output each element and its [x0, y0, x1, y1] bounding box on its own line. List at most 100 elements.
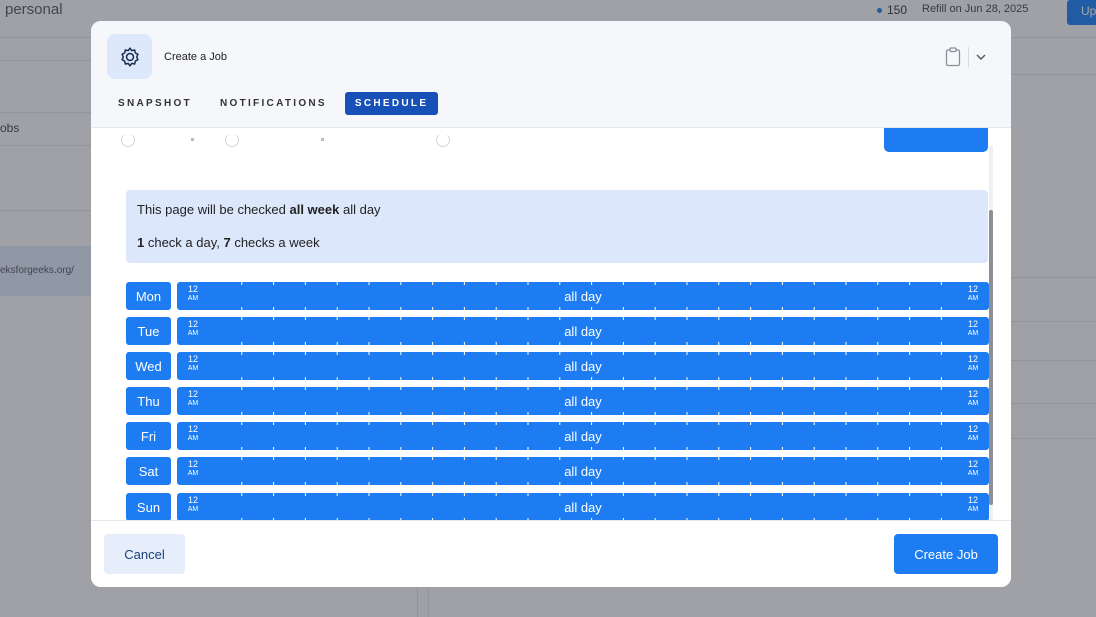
day-toggle-sun[interactable]: Sun — [126, 493, 171, 520]
time-range-bar[interactable]: all day 12 AM 12 AM — [177, 493, 989, 520]
period-text: AM — [967, 330, 979, 337]
tab-schedule[interactable]: SCHEDULE — [344, 92, 439, 115]
summary-line-2: 1 check a day, 7 checks a week — [137, 235, 320, 250]
day-toggle-wed[interactable]: Wed — [126, 352, 171, 380]
time-range-label: all day — [564, 428, 602, 444]
end-time-handle[interactable]: 12 AM — [965, 496, 981, 514]
time-range-bar[interactable]: all day 12 AM 12 AM — [177, 352, 989, 380]
period-text: AM — [187, 330, 199, 337]
end-time-handle[interactable]: 12 AM — [965, 460, 981, 478]
create-job-button[interactable]: Create Job — [894, 534, 998, 574]
modal-tabs: SNAPSHOT NOTIFICATIONS SCHEDULE — [108, 92, 446, 115]
scrolled-button[interactable] — [884, 128, 988, 152]
day-row-mon: Mon all day 12 AM 12 AM — [126, 282, 989, 310]
end-time-handle[interactable]: 12 AM — [965, 320, 981, 338]
radio-icon[interactable] — [225, 133, 239, 147]
chevron-down-icon[interactable] — [974, 51, 988, 63]
modal-footer: Cancel Create Job — [91, 520, 1011, 587]
day-toggle-mon[interactable]: Mon — [126, 282, 171, 310]
hour-text: 12 — [967, 319, 978, 329]
time-range-bar[interactable]: all day 12 AM 12 AM — [177, 317, 989, 345]
day-row-sat: Sat all day 12 AM 12 AM — [126, 457, 989, 485]
tab-notifications[interactable]: NOTIFICATIONS — [210, 92, 337, 115]
hour-text: 12 — [967, 284, 978, 294]
schedule-panel: This page will be checked all week all d… — [91, 128, 1011, 520]
tab-snapshot[interactable]: SNAPSHOT — [108, 92, 202, 115]
time-range-label: all day — [564, 463, 602, 479]
start-time-handle[interactable]: 12 AM — [185, 460, 201, 478]
hour-text: 12 — [187, 424, 198, 434]
start-time-handle[interactable]: 12 AM — [185, 355, 201, 373]
partial-text — [321, 138, 324, 141]
modal-header: Create a Job SNAPSHOT NOTIFICATIONS SCHE… — [91, 21, 1011, 128]
day-toggle-thu[interactable]: Thu — [126, 387, 171, 415]
cancel-button[interactable]: Cancel — [104, 534, 185, 574]
summary-bold: all week — [289, 202, 340, 217]
time-range-label: all day — [564, 393, 602, 409]
day-row-tue: Tue all day 12 AM 12 AM — [126, 317, 989, 345]
schedule-summary: This page will be checked all week all d… — [126, 190, 988, 263]
day-row-thu: Thu all day 12 AM 12 AM — [126, 387, 989, 415]
period-text: AM — [967, 365, 979, 372]
period-text: AM — [187, 506, 199, 513]
day-toggle-fri[interactable]: Fri — [126, 422, 171, 450]
end-time-handle[interactable]: 12 AM — [965, 425, 981, 443]
gear-icon — [120, 46, 139, 67]
summary-line-1: This page will be checked all week all d… — [137, 202, 381, 217]
summary-text: This page will be checked — [137, 202, 290, 217]
radio-icon[interactable] — [121, 133, 135, 147]
day-toggle-sat[interactable]: Sat — [126, 457, 171, 485]
time-range-bar[interactable]: all day 12 AM 12 AM — [177, 457, 989, 485]
period-text: AM — [187, 470, 199, 477]
summary-text: check a day, — [144, 235, 224, 250]
day-row-sun: Sun all day 12 AM 12 AM — [126, 493, 989, 520]
hour-text: 12 — [187, 319, 198, 329]
time-range-label: all day — [564, 288, 602, 304]
period-text: AM — [967, 435, 979, 442]
end-time-handle[interactable]: 12 AM — [965, 390, 981, 408]
hour-text: 12 — [187, 284, 198, 294]
time-range-label: all day — [564, 323, 602, 339]
hour-text: 12 — [187, 354, 198, 364]
scrollbar-thumb[interactable] — [989, 210, 993, 505]
clipboard-icon[interactable] — [944, 47, 962, 67]
divider — [968, 47, 969, 67]
period-text: AM — [967, 400, 979, 407]
start-time-handle[interactable]: 12 AM — [185, 320, 201, 338]
hour-text: 12 — [967, 495, 978, 505]
hour-text: 12 — [187, 495, 198, 505]
scrolled-options-row — [121, 133, 521, 147]
checks-per-week: 7 — [223, 235, 231, 250]
end-time-handle[interactable]: 12 AM — [965, 285, 981, 303]
summary-text: all day — [339, 202, 381, 217]
day-row-wed: Wed all day 12 AM 12 AM — [126, 352, 989, 380]
time-range-bar[interactable]: all day 12 AM 12 AM — [177, 387, 989, 415]
time-range-bar[interactable]: all day 12 AM 12 AM — [177, 422, 989, 450]
day-row-fri: Fri all day 12 AM 12 AM — [126, 422, 989, 450]
modal-title: Create a Job — [164, 51, 227, 63]
period-text: AM — [187, 365, 199, 372]
period-text: AM — [967, 470, 979, 477]
period-text: AM — [187, 435, 199, 442]
partial-text — [191, 138, 194, 141]
header-icon-box — [107, 34, 152, 79]
hour-text: 12 — [187, 459, 198, 469]
start-time-handle[interactable]: 12 AM — [185, 425, 201, 443]
period-text: AM — [187, 400, 199, 407]
start-time-handle[interactable]: 12 AM — [185, 496, 201, 514]
start-time-handle[interactable]: 12 AM — [185, 390, 201, 408]
period-text: AM — [967, 506, 979, 513]
period-text: AM — [187, 295, 199, 302]
hour-text: 12 — [187, 389, 198, 399]
hour-text: 12 — [967, 424, 978, 434]
time-range-label: all day — [564, 499, 602, 515]
hour-text: 12 — [967, 459, 978, 469]
time-range-label: all day — [564, 358, 602, 374]
period-text: AM — [967, 295, 979, 302]
end-time-handle[interactable]: 12 AM — [965, 355, 981, 373]
day-toggle-tue[interactable]: Tue — [126, 317, 171, 345]
radio-icon[interactable] — [436, 133, 450, 147]
start-time-handle[interactable]: 12 AM — [185, 285, 201, 303]
time-range-bar[interactable]: all day 12 AM 12 AM — [177, 282, 989, 310]
hour-text: 12 — [967, 354, 978, 364]
